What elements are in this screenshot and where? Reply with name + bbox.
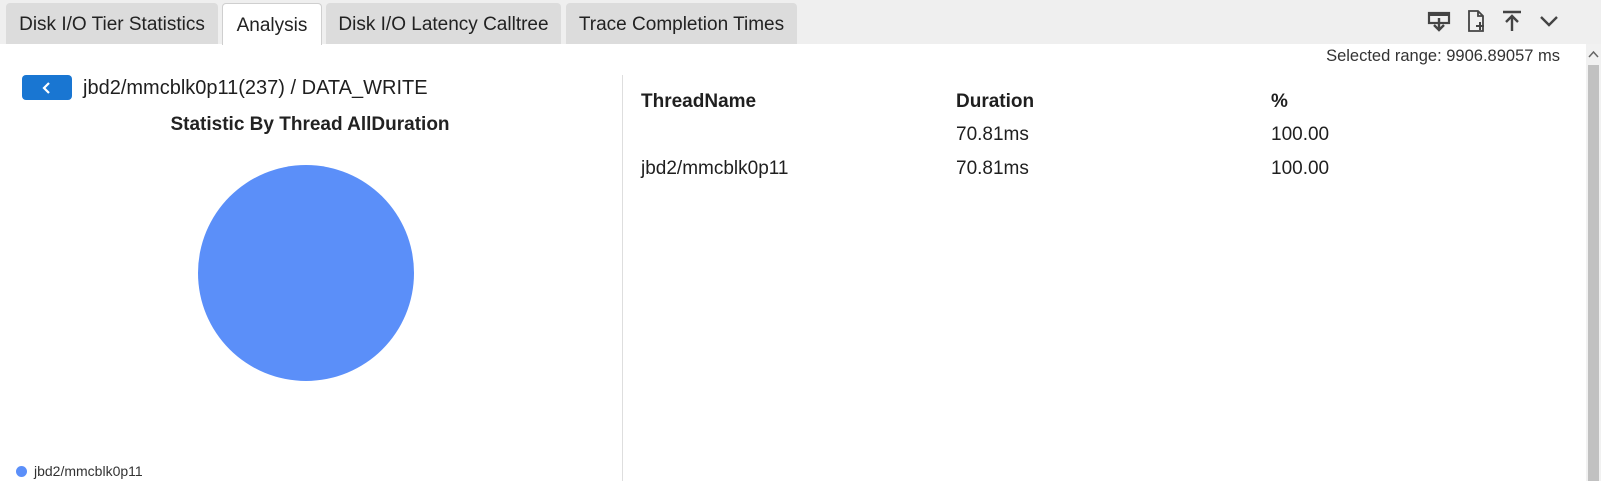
- table-cell-percent: 100.00: [1271, 158, 1330, 179]
- tab-disk-io-latency-calltree[interactable]: Disk I/O Latency Calltree: [326, 3, 561, 44]
- scroll-up-icon[interactable]: [1588, 50, 1599, 58]
- tab-analysis[interactable]: Analysis: [222, 3, 322, 45]
- tab-bar: Disk I/O Tier Statistics Analysis Disk I…: [0, 0, 1601, 45]
- table-cell-duration: 70.81ms: [956, 124, 1029, 145]
- panel-divider: [622, 75, 623, 481]
- chevron-left-icon: [42, 81, 50, 94]
- scrollbar-thumb[interactable]: [1588, 65, 1599, 481]
- add-file-icon[interactable]: [1463, 8, 1489, 34]
- table-cell-threadname: jbd2/mmcblk0p11: [641, 158, 789, 179]
- pie-chart: [198, 165, 414, 381]
- download-icon[interactable]: [1426, 8, 1452, 34]
- back-button[interactable]: [22, 75, 72, 100]
- selected-range-label: Selected range: 9906.89057 ms: [1326, 47, 1560, 65]
- legend-label: jbd2/mmcblk0p11: [34, 463, 143, 479]
- chevron-down-icon[interactable]: [1536, 8, 1562, 34]
- table-cell-duration: 70.81ms: [956, 158, 1029, 179]
- column-header-percent[interactable]: %: [1271, 89, 1288, 115]
- tab-trace-completion-times[interactable]: Trace Completion Times: [566, 3, 797, 44]
- column-header-threadname[interactable]: ThreadName: [641, 89, 756, 115]
- table-cell-percent: 100.00: [1271, 124, 1330, 145]
- column-header-duration[interactable]: Duration: [956, 89, 1034, 115]
- breadcrumb: jbd2/mmcblk0p11(237) / DATA_WRITE: [83, 77, 428, 99]
- chart-legend[interactable]: jbd2/mmcblk0p11: [16, 462, 143, 480]
- pie-slice[interactable]: [198, 165, 414, 381]
- legend-swatch: [16, 465, 27, 477]
- chart-title: Statistic By Thread AllDuration: [170, 114, 450, 135]
- upload-icon[interactable]: [1499, 8, 1525, 34]
- tab-disk-io-tier-statistics[interactable]: Disk I/O Tier Statistics: [6, 3, 218, 44]
